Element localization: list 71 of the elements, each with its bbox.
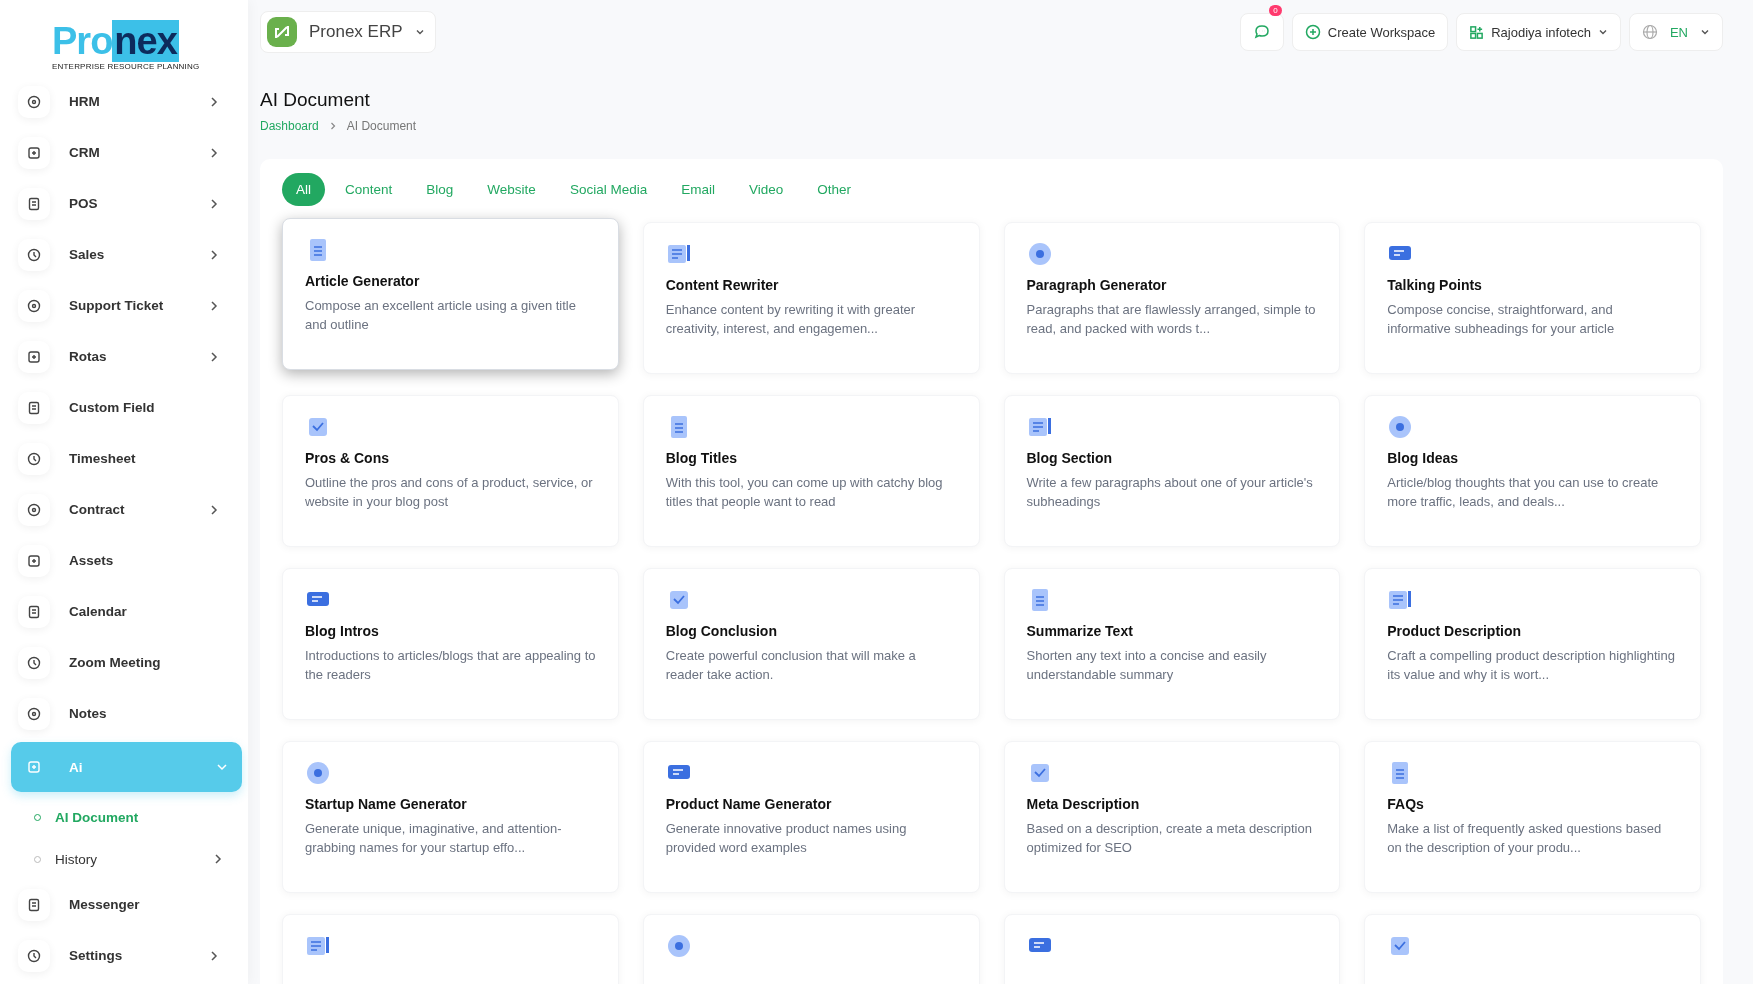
template-card[interactable]: Pros & Cons Outline the pros and cons of a product, service, or website in your blog post [282,395,619,547]
card-title: Article Generator [305,273,421,289]
sidebar-item[interactable]: Sales [18,232,234,277]
card-title: Blog Intros [305,623,380,639]
template-card[interactable]: Blog Intros Introductions to articles/blogs that are appealing to the readers [282,568,619,720]
sidebar-item[interactable]: Messenger [18,882,234,927]
card-description: Paragraphs that are flawlessly arranged, simple to read, and packed with words t... [1026,301,1317,338]
card-title: Pros & Cons [305,450,390,466]
card-title: Product Description [1387,623,1523,639]
card-title: Blog Conclusion [665,623,778,639]
sidebar-item[interactable]: Custom Field [18,385,234,430]
card-description: Enhance content by rewriting it with greater creativity, interest, and engagemen... [665,301,917,338]
template-card[interactable]: Startup Name Generator Generate unique, imaginative, and attention-grabbing names for your startup effo... [282,741,619,893]
card-title: Startup Name Generator [305,796,468,812]
card-description: Write a few paragraphs about one of your article's subheadings [1026,474,1314,511]
card-title: Talking Points [1387,277,1483,293]
sidebar-item[interactable]: CRM [18,130,234,175]
sidebar-item[interactable]: Settings [18,933,234,978]
template-card[interactable]: Content Rewriter Enhance content by rewriting it with greater creativity, interest, and engagemen... [642,222,980,374]
card-description: Introductions to articles/blogs that are appealing to the readers [305,647,596,684]
card-title: Summarize Text [1026,623,1134,639]
create-workspace-button[interactable]: Create Workspace [1291,13,1449,51]
page-title: AI Document [260,89,371,111]
card-title: FAQs [1387,796,1425,812]
card-description: Shorten any text into a concise and easily understandable summary [1026,647,1268,684]
card-description: Generate unique, imaginative, and attention-grabbing names for your startup effo... [305,820,563,857]
template-card[interactable]: Blog Titles With this tool, you can come up with catchy blog titles that people want to read [642,395,980,547]
template-card[interactable]: Product Description Craft a compelling product description highlighting its value and why it is wort... [1364,568,1701,720]
workspace-dropdown[interactable]: Rajodiya infotech [1456,13,1621,51]
template-card[interactable]: Product Name Generator Generate innovative product names using provided word examples [642,741,980,893]
template-card[interactable]: Summarize Text Shorten any text into a concise and easily understandable summary [1003,568,1341,720]
sidebar-item[interactable]: HRM [18,79,234,124]
card-description: Compose concise, straightforward, and informative subheadings for your article [1387,301,1616,338]
card-title: Blog Ideas [1387,450,1460,466]
card-description: Article/blog thoughts that you can use to create more traffic, leads, and deals... [1387,474,1660,511]
card-description: Make a list of frequently asked questions based on the description of your produ... [1387,820,1663,857]
template-card[interactable]: Article Generator Compose an excellent article using a given title and outline [282,218,619,370]
sidebar-item[interactable]: Support Ticket [18,283,234,328]
card-description: Compose an excellent article using a given title and outline [305,297,577,334]
template-card[interactable]: Blog Conclusion Create powerful conclusion that will make a reader take action. [642,568,980,720]
card-title: Blog Section [1026,450,1114,466]
card-title: Meta Description [1026,796,1141,812]
sidebar-item[interactable]: POS [18,181,234,226]
sidebar-item[interactable]: Zoom Meeting [18,640,234,685]
card-title: Content Rewriter [665,277,780,293]
card-title: Paragraph Generator [1026,277,1168,293]
sidebar-item[interactable]: Notes [18,691,234,736]
sidebar-item[interactable]: Contract [18,487,234,532]
template-card[interactable]: Meta Description Based on a description, create a meta description optimized for SEO [1003,741,1341,893]
submenu-item[interactable]: History [34,840,224,878]
card-description: Outline the pros and cons of a product, service, or website in your blog post [305,474,594,511]
card-title: Product Name Generator [665,796,833,812]
card-description: Generate innovative product names using provided word examples [665,820,908,857]
app-selector[interactable]: Pronex ERP [260,11,436,53]
template-card[interactable]: Blog Section Write a few paragraphs about one of your article's subheadings [1003,395,1341,547]
sidebar-item[interactable]: Timesheet [18,436,234,481]
sidebar-item[interactable]: Rotas [18,334,234,379]
logo: Pronex ENTERPRISE RESOURCE PLANNING [52,22,201,71]
sidebar-item[interactable]: Calendar [18,589,234,634]
card-description: Craft a compelling product description highlighting its value and why it is wort... [1387,647,1676,684]
sidebar-item[interactable]: Assets [18,538,234,583]
card-description: Create powerful conclusion that will make a reader take action. [665,647,917,684]
template-card[interactable]: Blog Ideas Article/blog thoughts that you can use to create more traffic, leads, and deals... [1364,395,1701,547]
template-card[interactable]: Talking Points Compose concise, straightforward, and informative subheadings for your article [1364,222,1701,374]
card-description: Based on a description, create a meta description optimized for SEO [1026,820,1313,857]
card-description: With this tool, you can come up with catchy blog titles that people want to read [665,474,944,511]
notification-badge: 0 [1269,5,1282,16]
card-title: Blog Titles [665,450,739,466]
template-card[interactable]: FAQs Make a list of frequently asked questions based on the description of your produ... [1364,741,1701,893]
template-card[interactable]: Paragraph Generator Paragraphs that are flawlessly arranged, simple to read, and packed with words t... [1003,222,1341,374]
breadcrumb-current: AI Document [346,119,417,133]
